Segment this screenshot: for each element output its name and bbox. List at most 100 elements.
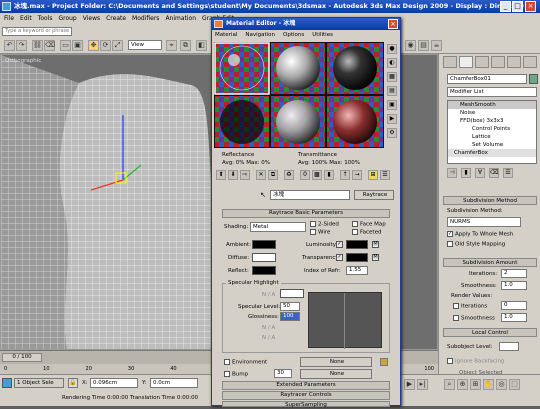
go-forward-icon[interactable]: → [352, 170, 362, 180]
assign-material-icon[interactable]: ⇨ [240, 170, 250, 180]
undo-icon[interactable]: ↶ [4, 40, 15, 51]
zoom-all-icon[interactable]: ⊕ [457, 379, 468, 390]
stack-item-ffd[interactable]: FFD(box) 3x3x3 [448, 117, 536, 125]
zoom-extents-icon[interactable]: ⊞ [470, 379, 481, 390]
remove-modifier-icon[interactable]: ⌫ [489, 168, 499, 178]
lock-selection-icon[interactable]: 🔒 [68, 378, 78, 388]
bump-amount-spinner[interactable]: 30 [274, 369, 292, 378]
motion-tab-icon[interactable] [491, 56, 505, 68]
stack-item-lattice[interactable]: Lattice [448, 133, 536, 141]
render-smoothness-checkbox[interactable]: Smoothness [453, 315, 495, 322]
time-slider-thumb[interactable]: 0 / 100 [2, 353, 42, 362]
face-map-checkbox[interactable]: Face Map [352, 221, 386, 228]
menu-create[interactable]: Create [106, 13, 126, 24]
luminosity-swatch[interactable] [346, 240, 368, 249]
show-end-result-icon[interactable]: ▮ [461, 168, 471, 178]
stack-item-set-volume[interactable]: Set Volume [448, 141, 536, 149]
pin-stack-icon[interactable]: ⊣ [447, 168, 457, 178]
object-name-field[interactable]: ChamferBox01 [447, 74, 527, 84]
stack-item-meshsmooth[interactable]: MeshSmooth [448, 101, 536, 109]
two-sided-checkbox[interactable]: 2-Sided [310, 221, 339, 228]
render-setup-icon[interactable]: ◉ [405, 40, 416, 51]
close-button[interactable]: × [525, 1, 536, 12]
background-icon[interactable]: ▦ [387, 72, 397, 82]
reference-coord-dropdown[interactable]: View [128, 40, 162, 50]
reflect-swatch[interactable] [252, 266, 276, 275]
zoom-icon[interactable]: ⌕ [444, 379, 455, 390]
old-style-mapping-checkbox[interactable]: Old Style Mapping [447, 241, 505, 248]
glossiness-spinner[interactable]: 100 [280, 312, 300, 321]
transparency-map-button[interactable]: M [372, 254, 379, 261]
make-unique-icon[interactable]: ∀ [475, 168, 485, 178]
unlink-icon[interactable]: ⌫ [44, 40, 55, 51]
select-icon[interactable]: ▭ [60, 40, 71, 51]
maximize-viewport-icon[interactable]: ⬚ [509, 379, 520, 390]
local-control-rollout[interactable]: Local Control [443, 328, 537, 337]
rotate-icon[interactable]: ⟳ [100, 40, 111, 51]
move-icon[interactable]: ✥ [88, 40, 99, 51]
bump-checkbox[interactable]: Bump [224, 371, 248, 378]
subdivision-method-dropdown[interactable]: NURMS [447, 217, 521, 227]
iterations-spinner[interactable]: 2 [501, 269, 527, 278]
configure-sets-icon[interactable]: ☰ [503, 168, 513, 178]
material-editor-close-button[interactable]: × [388, 19, 398, 29]
stack-item-noise[interactable]: Noise [448, 109, 536, 117]
reset-map-icon[interactable]: ✕ [256, 170, 266, 180]
snap-icon[interactable]: ⧉ [180, 40, 191, 51]
show-end-result-me-icon[interactable]: ▮ [324, 170, 334, 180]
material-type-button[interactable]: Raytrace [354, 190, 394, 200]
angle-snap-icon[interactable]: ◧ [196, 40, 207, 51]
smoothness-spinner[interactable]: 1.0 [501, 281, 527, 290]
select-by-material-icon[interactable]: ⊞ [368, 170, 378, 180]
maximize-button[interactable]: □ [512, 1, 523, 12]
menu-navigation[interactable]: Navigation [245, 30, 275, 40]
ignore-backfacing-checkbox[interactable]: Ignore Backfacing [447, 358, 504, 365]
menu-group[interactable]: Group [58, 13, 76, 24]
raytrace-basic-rollout[interactable]: Raytrace Basic Parameters [222, 209, 390, 218]
index-of-refr-spinner[interactable]: 1.55 [346, 266, 368, 275]
menu-material[interactable]: Material [215, 30, 237, 40]
object-color-swatch[interactable] [529, 74, 538, 84]
menu-modifiers[interactable]: Modifiers [132, 13, 159, 24]
play-icon[interactable]: ▶ [404, 379, 415, 390]
transparency-checkbox[interactable]: ✓ [336, 254, 343, 261]
subobject-level-spinner[interactable] [499, 342, 519, 351]
environment-lock-icon[interactable] [380, 358, 388, 366]
wire-checkbox[interactable]: Wire [310, 229, 330, 236]
supersampling-rollout[interactable]: SuperSampling [222, 401, 390, 408]
pan-icon[interactable]: ✋ [483, 379, 494, 390]
specular-color-swatch[interactable] [280, 289, 304, 298]
viewport-label[interactable]: Orthographic [5, 58, 41, 64]
hierarchy-tab-icon[interactable] [475, 56, 489, 68]
apply-whole-mesh-checkbox[interactable]: ✓ Apply To Whole Mesh [447, 231, 513, 238]
menu-options[interactable]: Options [283, 30, 304, 40]
environment-map-button[interactable]: None [300, 357, 372, 367]
extended-parameters-rollout[interactable]: Extended Parameters [222, 381, 390, 390]
diffuse-swatch[interactable] [252, 253, 276, 262]
modifier-list-dropdown[interactable]: Modifier List [447, 87, 537, 97]
modify-tab-icon[interactable] [459, 56, 473, 68]
make-preview-icon[interactable]: ▶ [387, 114, 397, 124]
luminosity-checkbox[interactable]: ✓ [336, 241, 343, 248]
menu-views[interactable]: Views [83, 13, 100, 24]
menu-file[interactable]: File [4, 13, 14, 24]
get-material-icon[interactable]: ⬆ [216, 170, 226, 180]
menu-edit[interactable]: Edit [20, 13, 32, 24]
subdivision-amount-rollout[interactable]: Subdivision Amount [443, 258, 537, 267]
material-navigator-icon[interactable]: ☰ [380, 170, 390, 180]
raytracer-controls-rollout[interactable]: Raytracer Controls [222, 391, 390, 400]
faceted-checkbox[interactable]: Faceted [352, 229, 381, 236]
select-region-icon[interactable]: ▣ [72, 40, 83, 51]
y-coord-field[interactable]: 0.0cm [150, 378, 198, 388]
stack-item-chamferbox[interactable]: ChamferBox [448, 149, 536, 157]
quick-render-icon[interactable]: ☕ [431, 40, 442, 51]
specular-level-spinner[interactable]: 50 [280, 302, 300, 311]
backlight-icon[interactable]: ◐ [387, 58, 397, 68]
options-icon[interactable]: ⚙ [387, 128, 397, 138]
environment-checkbox[interactable]: Environment [224, 359, 267, 366]
render-frame-icon[interactable]: ▤ [418, 40, 429, 51]
uv-tiling-icon[interactable]: ▤ [387, 86, 397, 96]
render-iterations-checkbox[interactable]: Iterations [453, 303, 487, 310]
material-id-icon[interactable]: 0 [300, 170, 310, 180]
render-smoothness-spinner[interactable]: 1.0 [501, 313, 527, 322]
